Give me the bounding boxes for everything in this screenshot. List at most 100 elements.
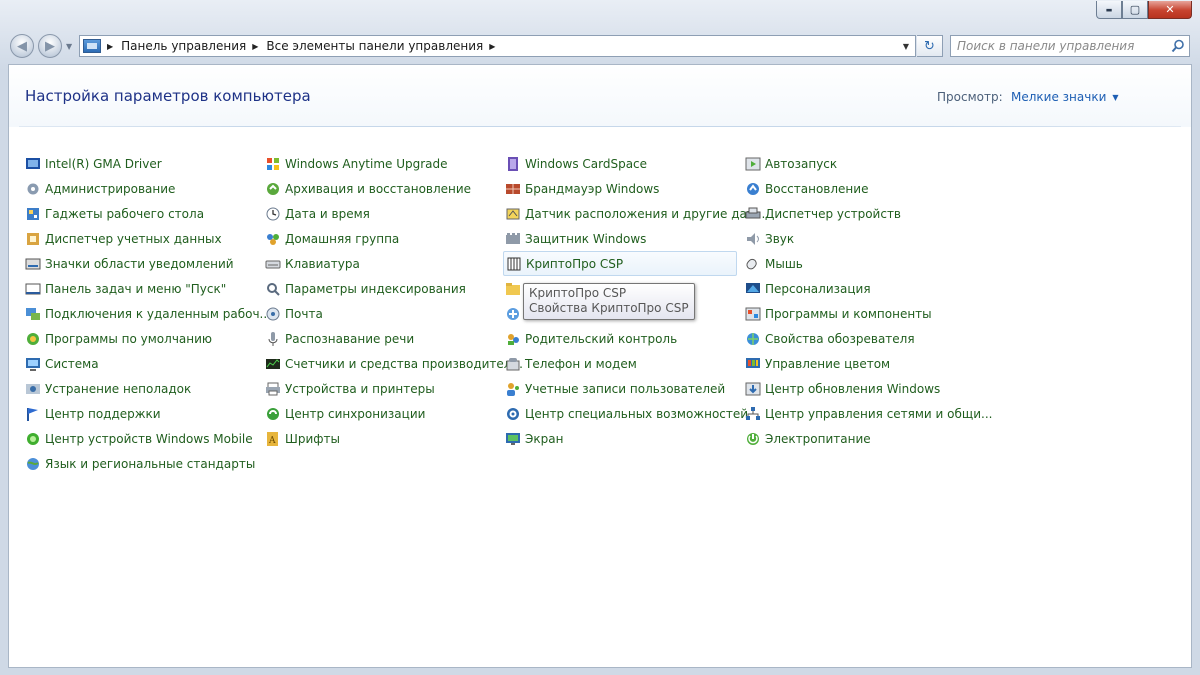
control-panel-item-label[interactable]: Устройства и принтеры: [285, 382, 435, 396]
control-panel-item-label[interactable]: Параметры индексирования: [285, 282, 466, 296]
control-panel-item[interactable]: Значки области уведомлений: [23, 251, 253, 276]
control-panel-item[interactable]: Центр специальных возможностей: [503, 401, 748, 426]
control-panel-item[interactable]: Центр синхронизации: [263, 401, 493, 426]
control-panel-item-label[interactable]: Распознавание речи: [285, 332, 414, 346]
control-panel-item-label[interactable]: Управление цветом: [765, 357, 890, 371]
back-button[interactable]: ◀: [10, 34, 34, 58]
control-panel-item[interactable]: A Шрифты: [263, 426, 493, 451]
control-panel-item[interactable]: Клавиатура: [263, 251, 493, 276]
control-panel-item-label[interactable]: Дата и время: [285, 207, 370, 221]
control-panel-item-label[interactable]: Почта: [285, 307, 323, 321]
breadcrumb-control-panel[interactable]: Панель управления: [121, 39, 246, 53]
control-panel-item[interactable]: Электропитание: [743, 426, 973, 451]
control-panel-item[interactable]: Центр устройств Windows Mobile: [23, 426, 253, 451]
control-panel-item-label[interactable]: Счетчики и средства производител...: [285, 357, 523, 371]
breadcrumb-all-items[interactable]: Все элементы панели управления: [266, 39, 483, 53]
control-panel-item[interactable]: Диспетчер учетных данных: [23, 226, 253, 251]
control-panel-item-label[interactable]: Гаджеты рабочего стола: [45, 207, 204, 221]
control-panel-item-label[interactable]: Центр синхронизации: [285, 407, 425, 421]
control-panel-item[interactable]: Мышь: [743, 251, 973, 276]
control-panel-item[interactable]: Персонализация: [743, 276, 973, 301]
control-panel-item[interactable]: Администрирование: [23, 176, 253, 201]
view-by-dropdown[interactable]: Мелкие значки ▼: [1011, 90, 1119, 104]
recent-pages-dropdown[interactable]: ▼: [66, 42, 72, 51]
control-panel-item-label[interactable]: Язык и региональные стандарты: [45, 457, 255, 471]
control-panel-item-label[interactable]: Автозапуск: [765, 157, 837, 171]
control-panel-item-label[interactable]: Диспетчер устройств: [765, 207, 901, 221]
control-panel-item[interactable]: Домашняя группа: [263, 226, 493, 251]
control-panel-item-label[interactable]: Устранение неполадок: [45, 382, 191, 396]
search-input[interactable]: [951, 38, 1167, 54]
control-panel-item[interactable]: КриптоПро CSP: [503, 251, 737, 276]
control-panel-item[interactable]: Панель задач и меню "Пуск": [23, 276, 253, 301]
control-panel-item-label[interactable]: Центр устройств Windows Mobile: [45, 432, 253, 446]
forward-button[interactable]: ▶: [38, 34, 62, 58]
control-panel-item[interactable]: Учетные записи пользователей: [503, 376, 737, 401]
control-panel-item[interactable]: Родительский контроль: [503, 326, 737, 351]
control-panel-item[interactable]: Защитник Windows: [503, 226, 737, 251]
address-bar[interactable]: ▶ Панель управления ▶ Все элементы панел…: [79, 35, 916, 57]
control-panel-item-label[interactable]: Центр специальных возможностей: [525, 407, 748, 421]
view-by-value[interactable]: Мелкие значки: [1011, 90, 1106, 104]
control-panel-item-label[interactable]: Значки области уведомлений: [45, 257, 234, 271]
control-panel-item[interactable]: Программы и компоненты: [743, 301, 973, 326]
control-panel-item[interactable]: Параметры индексирования: [263, 276, 493, 301]
control-panel-item[interactable]: Intel(R) GMA Driver: [23, 151, 253, 176]
control-panel-item-label[interactable]: Восстановление: [765, 182, 868, 196]
control-panel-item-label[interactable]: Подключения к удаленным рабоч...: [45, 307, 271, 321]
minimize-button[interactable]: ▬: [1096, 1, 1122, 19]
control-panel-item-label[interactable]: Программы и компоненты: [765, 307, 932, 321]
control-panel-item[interactable]: Система: [23, 351, 253, 376]
control-panel-item[interactable]: Звук: [743, 226, 973, 251]
control-panel-item[interactable]: Датчик расположения и другие дат...: [503, 201, 765, 226]
control-panel-item-label[interactable]: Электропитание: [765, 432, 871, 446]
control-panel-item[interactable]: Счетчики и средства производител...: [263, 351, 523, 376]
address-dropdown-icon[interactable]: ▼: [899, 36, 913, 56]
control-panel-item-label[interactable]: Клавиатура: [285, 257, 360, 271]
control-panel-item-label[interactable]: Система: [45, 357, 99, 371]
control-panel-item[interactable]: Телефон и модем: [503, 351, 737, 376]
control-panel-item[interactable]: Программы по умолчанию: [23, 326, 253, 351]
control-panel-item-label[interactable]: КриптоПро CSP: [526, 257, 623, 271]
control-panel-item-label[interactable]: Диспетчер учетных данных: [45, 232, 222, 246]
control-panel-item[interactable]: Свойства обозревателя: [743, 326, 973, 351]
control-panel-item-label[interactable]: Шрифты: [285, 432, 340, 446]
breadcrumb-separator-icon[interactable]: ▶: [489, 42, 495, 51]
maximize-button[interactable]: ▢: [1122, 1, 1148, 19]
control-panel-item-label[interactable]: Родительский контроль: [525, 332, 677, 346]
control-panel-item-label[interactable]: Мышь: [765, 257, 803, 271]
control-panel-item-label[interactable]: Экран: [525, 432, 563, 446]
refresh-button[interactable]: ↻: [917, 35, 943, 57]
control-panel-item-label[interactable]: Центр обновления Windows: [765, 382, 940, 396]
control-panel-item-label[interactable]: Датчик расположения и другие дат...: [525, 207, 765, 221]
control-panel-item[interactable]: Дата и время: [263, 201, 493, 226]
control-panel-item[interactable]: Брандмауэр Windows: [503, 176, 737, 201]
control-panel-item[interactable]: Управление цветом: [743, 351, 973, 376]
control-panel-item[interactable]: Почта: [263, 301, 493, 326]
control-panel-item-label[interactable]: Центр управления сетями и общи...: [765, 407, 992, 421]
breadcrumb-separator-icon[interactable]: ▶: [107, 42, 113, 51]
control-panel-item-label[interactable]: Персонализация: [765, 282, 871, 296]
control-panel-item-label[interactable]: Учетные записи пользователей: [525, 382, 725, 396]
control-panel-item[interactable]: Устройства и принтеры: [263, 376, 493, 401]
close-button[interactable]: ✕: [1148, 1, 1192, 19]
control-panel-item-label[interactable]: Центр поддержки: [45, 407, 161, 421]
control-panel-item-label[interactable]: Домашняя группа: [285, 232, 399, 246]
control-panel-item[interactable]: Экран: [503, 426, 737, 451]
control-panel-item[interactable]: Восстановление: [743, 176, 973, 201]
control-panel-item-label[interactable]: Защитник Windows: [525, 232, 646, 246]
control-panel-item-label[interactable]: Звук: [765, 232, 794, 246]
control-panel-item[interactable]: Центр управления сетями и общи...: [743, 401, 992, 426]
search-box[interactable]: [950, 35, 1190, 57]
search-icon[interactable]: [1167, 39, 1189, 53]
control-panel-item[interactable]: Устранение неполадок: [23, 376, 253, 401]
control-panel-item-label[interactable]: Windows CardSpace: [525, 157, 647, 171]
control-panel-item-label[interactable]: Архивация и восстановление: [285, 182, 471, 196]
control-panel-item-label[interactable]: Windows Anytime Upgrade: [285, 157, 448, 171]
control-panel-item-label[interactable]: Панель задач и меню "Пуск": [45, 282, 226, 296]
breadcrumb-separator-icon[interactable]: ▶: [252, 42, 258, 51]
control-panel-item-label[interactable]: Администрирование: [45, 182, 175, 196]
control-panel-item-label[interactable]: Свойства обозревателя: [765, 332, 915, 346]
control-panel-item[interactable]: Распознавание речи: [263, 326, 493, 351]
control-panel-item[interactable]: Автозапуск: [743, 151, 973, 176]
